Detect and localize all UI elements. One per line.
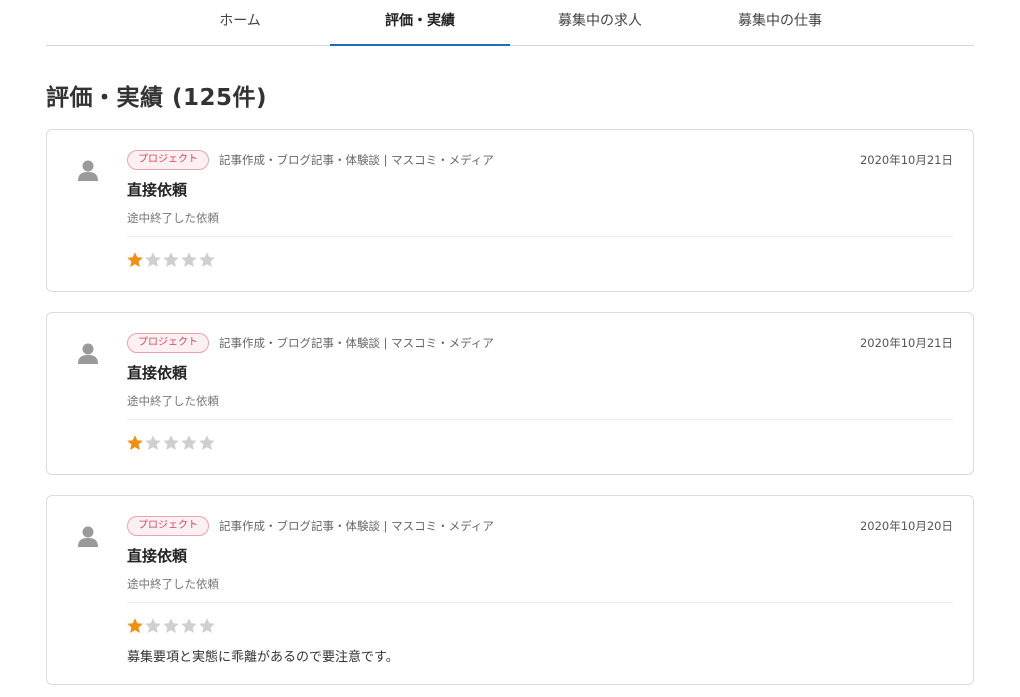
review-date: 2020年10月21日 <box>859 336 953 350</box>
review-card: プロジェクト 記事作成・ブログ記事・体験談 | マスコミ・メディア 2020年1… <box>46 312 974 475</box>
tab-open-work[interactable]: 募集中の仕事 <box>690 0 870 46</box>
review-date: 2020年10月21日 <box>859 153 953 167</box>
star-empty-icon <box>181 618 197 633</box>
review-date: 2020年10月20日 <box>859 519 953 533</box>
tab-home[interactable]: ホーム <box>150 0 330 46</box>
star-rating <box>126 434 216 452</box>
review-category: 記事作成・ブログ記事・体験談 | マスコミ・メディア <box>219 153 494 167</box>
tab-bar: ホーム 評価・実績 募集中の求人 募集中の仕事 <box>46 0 974 46</box>
page-title: 評価・実績 (125件) <box>46 85 268 111</box>
star-empty-icon <box>145 618 161 633</box>
star-filled-icon <box>127 618 143 633</box>
user-icon <box>78 343 98 364</box>
review-card: プロジェクト 記事作成・ブログ記事・体験談 | マスコミ・メディア 2020年1… <box>46 129 974 292</box>
star-filled-icon <box>127 252 143 267</box>
project-tag[interactable]: プロジェクト <box>127 516 209 536</box>
review-title[interactable]: 直接依頼 <box>127 545 187 566</box>
star-empty-icon <box>163 618 179 633</box>
star-empty-icon <box>199 252 215 267</box>
review-category: 記事作成・ブログ記事・体験談 | マスコミ・メディア <box>219 336 494 350</box>
review-status: 途中終了した依頼 <box>127 577 219 591</box>
review-status: 途中終了した依頼 <box>127 211 219 225</box>
user-icon <box>78 160 98 181</box>
review-status: 途中終了した依頼 <box>127 394 219 408</box>
divider <box>127 602 953 603</box>
star-empty-icon <box>145 435 161 450</box>
divider <box>127 236 953 237</box>
review-comment: 募集要項と実態に乖離があるので要注意です。 <box>127 650 399 665</box>
review-category: 記事作成・ブログ記事・体験談 | マスコミ・メディア <box>219 519 494 533</box>
star-empty-icon <box>199 618 215 633</box>
star-rating <box>126 617 216 635</box>
star-empty-icon <box>145 252 161 267</box>
project-tag[interactable]: プロジェクト <box>127 333 209 353</box>
star-filled-icon <box>127 435 143 450</box>
star-rating <box>126 251 216 269</box>
star-empty-icon <box>181 435 197 450</box>
tab-open-jobs[interactable]: 募集中の求人 <box>510 0 690 46</box>
star-empty-icon <box>199 435 215 450</box>
review-title[interactable]: 直接依頼 <box>127 179 187 200</box>
tab-reviews[interactable]: 評価・実績 <box>330 0 510 46</box>
star-empty-icon <box>163 435 179 450</box>
project-tag[interactable]: プロジェクト <box>127 150 209 170</box>
divider <box>127 419 953 420</box>
review-title[interactable]: 直接依頼 <box>127 362 187 383</box>
user-icon <box>78 526 98 547</box>
review-card: プロジェクト 記事作成・ブログ記事・体験談 | マスコミ・メディア 2020年1… <box>46 495 974 685</box>
star-empty-icon <box>163 252 179 267</box>
star-empty-icon <box>181 252 197 267</box>
